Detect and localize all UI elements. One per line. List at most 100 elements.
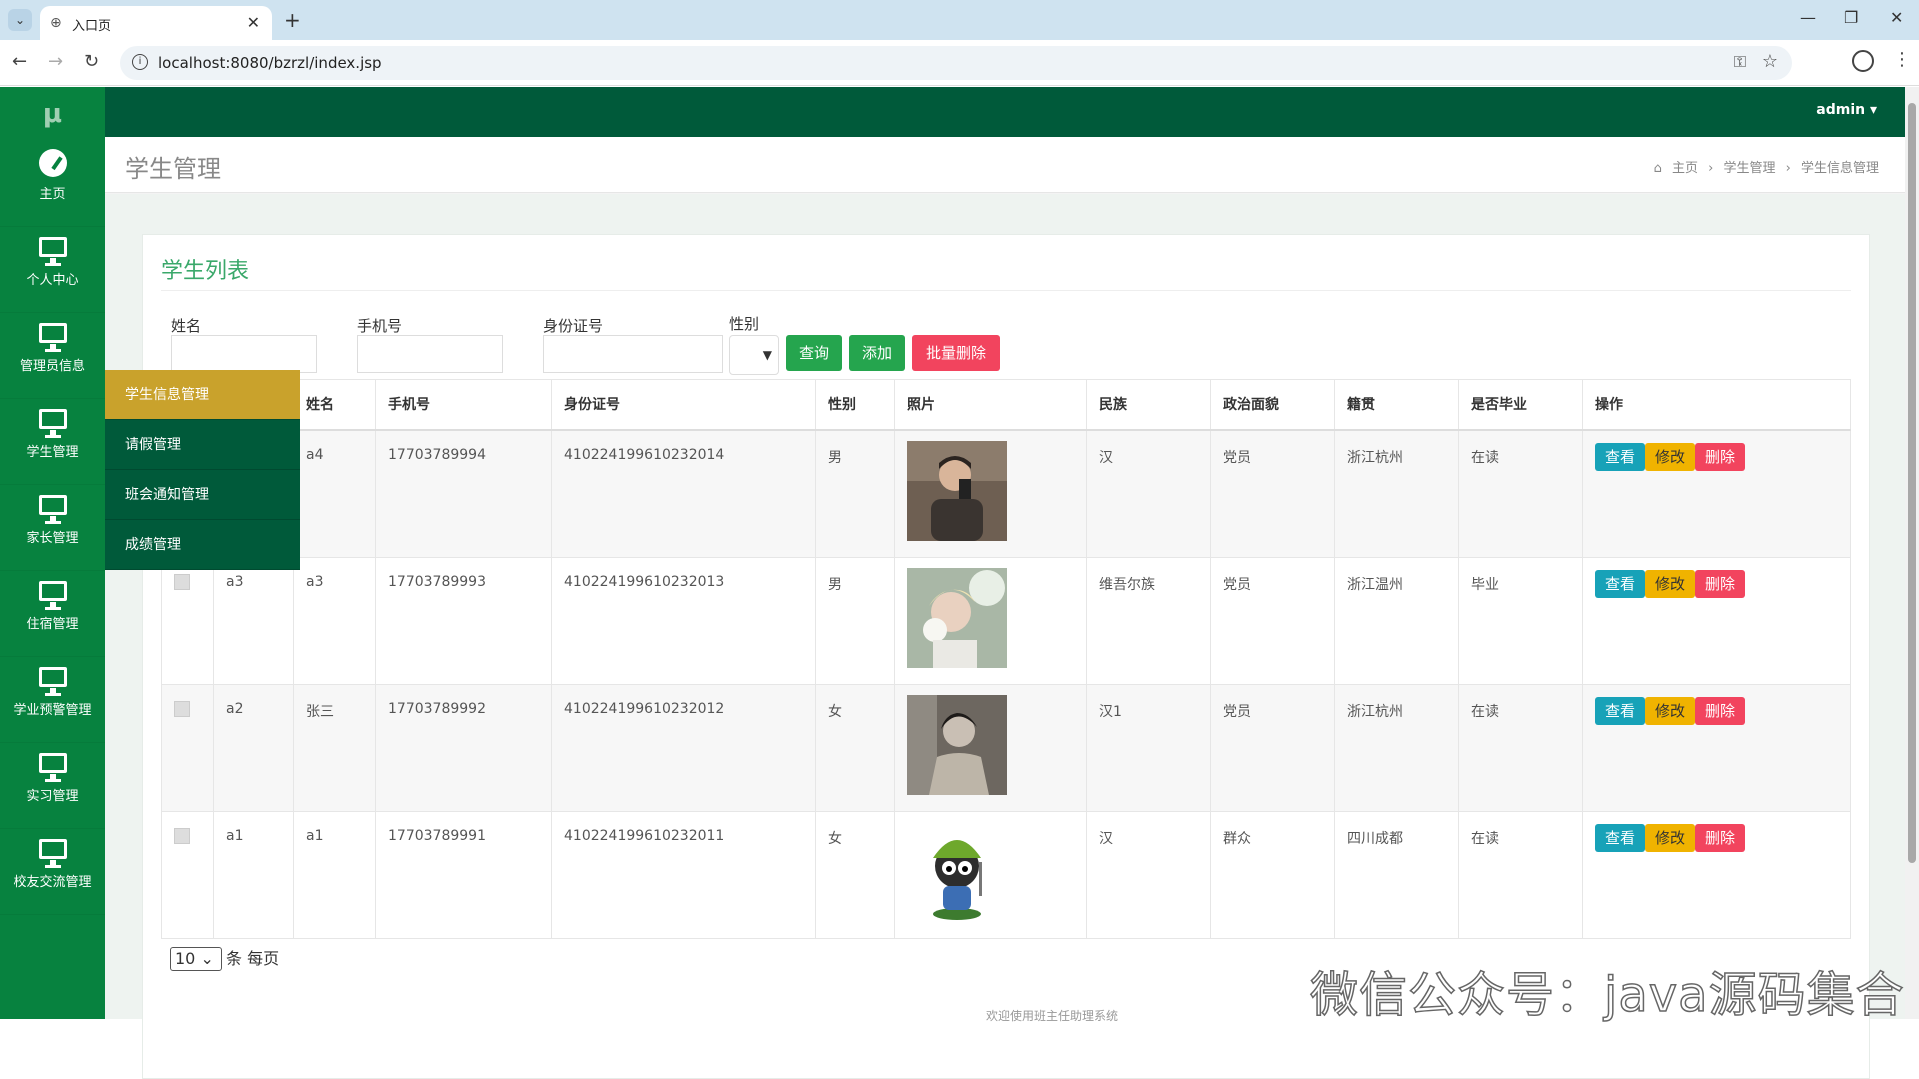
col-political: 政治面貌 — [1210, 379, 1335, 431]
row-checkbox[interactable] — [174, 827, 190, 844]
edit-button[interactable]: 修改 — [1645, 696, 1695, 725]
info-icon[interactable]: i — [132, 54, 148, 70]
chevron-down-icon: ⌄ — [200, 949, 214, 968]
cell-id: a3 — [213, 556, 294, 685]
submenu-item-grades[interactable]: 成绩管理 — [105, 520, 300, 570]
close-window-icon[interactable]: ✕ — [1890, 8, 1903, 27]
menu-kebab-icon[interactable]: ⋮ — [1893, 49, 1911, 70]
delete-button[interactable]: 删除 — [1695, 442, 1745, 471]
submenu-item-meeting[interactable]: 班会通知管理 — [105, 470, 300, 520]
logo: μ — [42, 99, 63, 129]
sidebar-item-label: 校友交流管理 — [13, 875, 92, 890]
cell-graduated: 在读 — [1458, 810, 1583, 939]
view-button[interactable]: 查看 — [1595, 442, 1645, 471]
cell-political: 党员 — [1210, 429, 1335, 558]
url-text[interactable]: localhost:8080/bzrzl/index.jsp — [158, 54, 382, 72]
sidebar-item-admins[interactable]: 管理员信息 — [0, 321, 105, 399]
sidebar-item-profile[interactable]: 个人中心 — [0, 235, 105, 313]
cell-gender: 男 — [815, 429, 895, 558]
key-icon[interactable]: ⚿ — [1734, 52, 1746, 72]
cell-name: a4 — [293, 429, 376, 558]
page-size-suffix: 条 每页 — [226, 949, 280, 968]
edit-button[interactable]: 修改 — [1645, 569, 1695, 598]
bookmark-star-icon[interactable]: ☆ — [1762, 51, 1778, 72]
breadcrumb-home[interactable]: 主页 — [1672, 161, 1698, 176]
batch-delete-button[interactable]: 批量删除 — [912, 335, 1000, 371]
cell-gender: 男 — [815, 556, 895, 685]
monitor-icon — [38, 235, 67, 266]
sidebar-item-students[interactable]: 学生管理 — [0, 407, 105, 485]
idcard-filter-input[interactable] — [543, 335, 723, 373]
monitor-icon — [38, 493, 67, 524]
page-size-value: 10 — [175, 949, 196, 968]
student-table: 姓名 手机号 身份证号 性别 照片 民族 政治面貌 籍贯 是否毕业 操作 a4 … — [161, 379, 1851, 939]
profile-icon[interactable] — [1852, 50, 1874, 72]
page-title: 学生管理 — [125, 155, 221, 183]
url-field[interactable]: i localhost:8080/bzrzl/index.jsp ⚿ ☆ — [120, 46, 1792, 80]
delete-button[interactable]: 删除 — [1695, 569, 1745, 598]
delete-button[interactable]: 删除 — [1695, 696, 1745, 725]
page-scrollbar[interactable] — [1905, 87, 1919, 1019]
cell-ethnic: 汉 — [1086, 810, 1211, 939]
submenu-item-student-info[interactable]: 学生信息管理 — [105, 370, 300, 420]
breadcrumb-students[interactable]: 学生管理 — [1723, 161, 1775, 176]
new-tab-button[interactable]: + — [284, 8, 301, 32]
scrollbar-thumb[interactable] — [1908, 103, 1916, 863]
col-name: 姓名 — [293, 379, 376, 431]
student-photo — [907, 694, 1007, 795]
back-icon[interactable]: ← — [12, 51, 27, 72]
globe-icon: ⊕ — [50, 15, 62, 31]
cell-ethnic: 维吾尔族 — [1086, 556, 1211, 685]
sidebar-item-parents[interactable]: 家长管理 — [0, 493, 105, 571]
restore-icon[interactable]: ❐ — [1844, 8, 1858, 27]
reload-icon[interactable]: ↻ — [84, 51, 99, 72]
student-submenu: 学生信息管理 请假管理 班会通知管理 成绩管理 — [105, 370, 300, 570]
breadcrumb: ⌂ 主页 › 学生管理 › 学生信息管理 — [1653, 161, 1879, 176]
sidebar-item-home[interactable]: 主页 — [0, 149, 105, 227]
query-button[interactable]: 查询 — [786, 335, 842, 371]
sidebar-item-warnings[interactable]: 学业预警管理 — [0, 665, 105, 743]
browser-tabbar: ⌄ ⊕ 入口页 ✕ + — ❐ ✕ — [0, 0, 1919, 40]
col-graduated: 是否毕业 — [1458, 379, 1583, 431]
student-photo — [907, 821, 1007, 922]
row-checkbox[interactable] — [174, 700, 190, 717]
sidebar-item-internship[interactable]: 实习管理 — [0, 751, 105, 829]
row-checkbox[interactable] — [174, 573, 190, 590]
submenu-item-leave[interactable]: 请假管理 — [105, 420, 300, 470]
sidebar-item-dorm[interactable]: 住宿管理 — [0, 579, 105, 657]
cell-name: 张三 — [293, 683, 376, 812]
student-photo — [907, 567, 1007, 668]
phone-filter-input[interactable] — [357, 335, 503, 373]
user-menu[interactable]: admin ▾ — [1816, 102, 1877, 118]
top-navbar: admin ▾ — [105, 87, 1905, 137]
dashboard-icon — [38, 149, 67, 179]
sidebar-item-alumni[interactable]: 校友交流管理 — [0, 837, 105, 915]
view-button[interactable]: 查看 — [1595, 569, 1645, 598]
breadcrumb-current: 学生信息管理 — [1800, 161, 1879, 176]
close-tab-icon[interactable]: ✕ — [247, 13, 260, 32]
address-bar: ← → ↻ i localhost:8080/bzrzl/index.jsp ⚿… — [0, 40, 1919, 86]
monitor-icon — [38, 579, 67, 610]
minimize-icon[interactable]: — — [1800, 8, 1816, 27]
browser-tab[interactable]: ⊕ 入口页 ✕ — [40, 6, 272, 40]
sidebar-item-label: 学生管理 — [26, 445, 79, 460]
monitor-icon — [38, 665, 67, 696]
view-button[interactable]: 查看 — [1595, 823, 1645, 852]
tab-title: 入口页 — [72, 19, 112, 34]
sidebar-item-label: 家长管理 — [26, 531, 79, 546]
edit-button[interactable]: 修改 — [1645, 442, 1695, 471]
sidebar-item-label: 管理员信息 — [19, 359, 85, 374]
cell-ethnic: 汉1 — [1086, 683, 1211, 812]
gender-select[interactable]: ▼ — [729, 335, 779, 375]
view-button[interactable]: 查看 — [1595, 696, 1645, 725]
forward-icon[interactable]: → — [48, 51, 63, 72]
add-button[interactable]: 添加 — [849, 335, 905, 371]
col-phone: 手机号 — [375, 379, 552, 431]
panel-title: 学生列表 — [161, 259, 250, 284]
page-size-select[interactable]: 10 ⌄ — [170, 947, 222, 971]
edit-button[interactable]: 修改 — [1645, 823, 1695, 852]
delete-button[interactable]: 删除 — [1695, 823, 1745, 852]
name-filter-input[interactable] — [171, 335, 317, 373]
cell-id: a1 — [213, 810, 294, 939]
tab-list-dropdown[interactable]: ⌄ — [8, 9, 32, 31]
